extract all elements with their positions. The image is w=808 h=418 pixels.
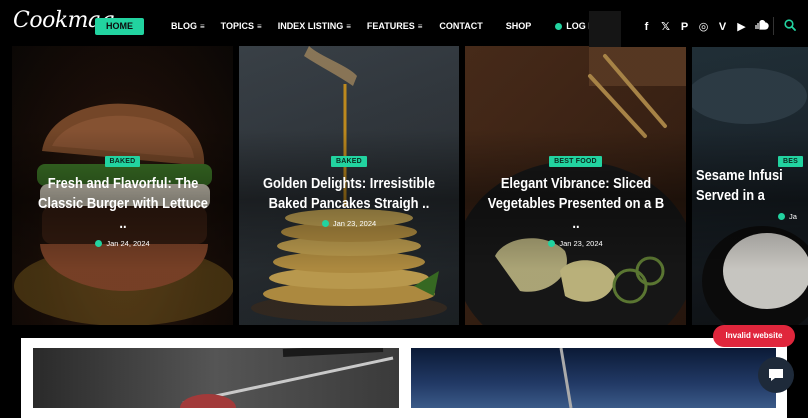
pinterest-icon[interactable]: P bbox=[675, 21, 694, 33]
post-title[interactable]: Golden Delights: Irresistible Baked Panc… bbox=[259, 174, 440, 214]
post-date-label: Jan 23, 2024 bbox=[559, 239, 603, 248]
post-date-label: Ja bbox=[789, 212, 797, 221]
post-card[interactable]: BAKED Golden Delights: Irresistible Bake… bbox=[239, 46, 459, 325]
facebook-icon[interactable]: f bbox=[637, 21, 656, 33]
spoon-illustration bbox=[559, 348, 573, 408]
chat-icon bbox=[769, 369, 783, 381]
nav-index-listing-label: INDEX LISTING bbox=[277, 21, 344, 31]
header-divider bbox=[773, 17, 774, 35]
search-glyph bbox=[784, 19, 796, 31]
social-links: f 𝕏 P ◎ V ▶ bbox=[637, 20, 770, 33]
post-content: BAKED Fresh and Flavorful: The Classic B… bbox=[12, 150, 233, 248]
nav-shop-label: SHOP bbox=[505, 21, 532, 31]
nav-index-listing[interactable]: INDEX LISTING ≡ bbox=[278, 21, 351, 31]
x-icon[interactable]: 𝕏 bbox=[656, 21, 675, 33]
category-badge[interactable]: BAKED bbox=[104, 156, 141, 167]
search-icon[interactable] bbox=[784, 18, 796, 36]
instagram-icon[interactable]: ◎ bbox=[694, 21, 713, 33]
clock-icon bbox=[321, 220, 329, 227]
nav-shop[interactable]: SHOP bbox=[506, 21, 532, 31]
post-title[interactable]: Fresh and Flavorful: The Classic Burger … bbox=[32, 174, 213, 234]
post-date: Jan 24, 2024 bbox=[12, 239, 233, 248]
nav-home[interactable]: HOME bbox=[95, 17, 144, 35]
post-date: Jan 23, 2024 bbox=[239, 219, 459, 228]
menu-icon: ≡ bbox=[257, 21, 262, 31]
post-date: Ja bbox=[778, 212, 797, 221]
post-card[interactable]: BEST FOOD Elegant Vibrance: Sliced Veget… bbox=[465, 46, 686, 325]
nav-home-label: HOME bbox=[106, 21, 133, 31]
clock-icon bbox=[548, 240, 556, 247]
nav-contact-label: CONTACT bbox=[439, 21, 483, 31]
nav-topics[interactable]: TOPICS ≡ bbox=[221, 21, 262, 31]
clock-icon bbox=[95, 240, 103, 247]
featured-image-1[interactable] bbox=[33, 348, 399, 408]
soundcloud-glyph bbox=[754, 20, 769, 30]
post-content: BEST FOOD Elegant Vibrance: Sliced Veget… bbox=[465, 150, 686, 248]
nav-blog[interactable]: BLOG ≡ bbox=[171, 21, 205, 31]
clock-icon bbox=[778, 213, 785, 220]
nav-features[interactable]: FEATURES ≡ bbox=[367, 21, 423, 31]
post-card[interactable]: BAKED Fresh and Flavorful: The Classic B… bbox=[12, 46, 233, 325]
post-date-label: Jan 23, 2024 bbox=[332, 219, 377, 228]
category-badge[interactable]: BAKED bbox=[331, 156, 367, 167]
vimeo-icon[interactable]: V bbox=[713, 21, 732, 33]
invalid-website-badge: Invalid website bbox=[713, 325, 795, 347]
nav-blog-label: BLOG bbox=[171, 21, 197, 31]
post-card[interactable]: BES Sesame Infusi Served in a Ja bbox=[692, 46, 808, 325]
post-content: BAKED Golden Delights: Irresistible Bake… bbox=[239, 150, 459, 228]
nav-contact[interactable]: CONTACT bbox=[439, 21, 482, 31]
user-icon bbox=[555, 22, 563, 30]
nav-topics-label: TOPICS bbox=[220, 21, 255, 31]
soundcloud-icon[interactable] bbox=[751, 20, 770, 33]
menu-icon: ≡ bbox=[200, 21, 205, 31]
post-title[interactable]: Elegant Vibrance: Sliced Vegetables Pres… bbox=[485, 174, 666, 234]
category-badge[interactable]: BEST FOOD bbox=[549, 156, 602, 167]
menu-icon: ≡ bbox=[346, 21, 351, 31]
youtube-icon[interactable]: ▶ bbox=[732, 21, 751, 33]
knife-meat-illustration bbox=[180, 348, 394, 408]
post-date: Jan 23, 2024 bbox=[465, 239, 686, 248]
panel-notch bbox=[589, 11, 621, 47]
main-nav: HOME BLOG ≡ TOPICS ≡ INDEX LISTING ≡ FEA… bbox=[95, 17, 642, 35]
nav-features-label: FEATURES bbox=[366, 21, 415, 31]
post-title[interactable]: Sesame Infusi Served in a bbox=[696, 166, 808, 206]
featured-image-2[interactable] bbox=[411, 348, 776, 408]
menu-icon: ≡ bbox=[417, 21, 423, 31]
chat-button[interactable] bbox=[758, 357, 794, 393]
post-date-label: Jan 24, 2024 bbox=[106, 239, 150, 248]
